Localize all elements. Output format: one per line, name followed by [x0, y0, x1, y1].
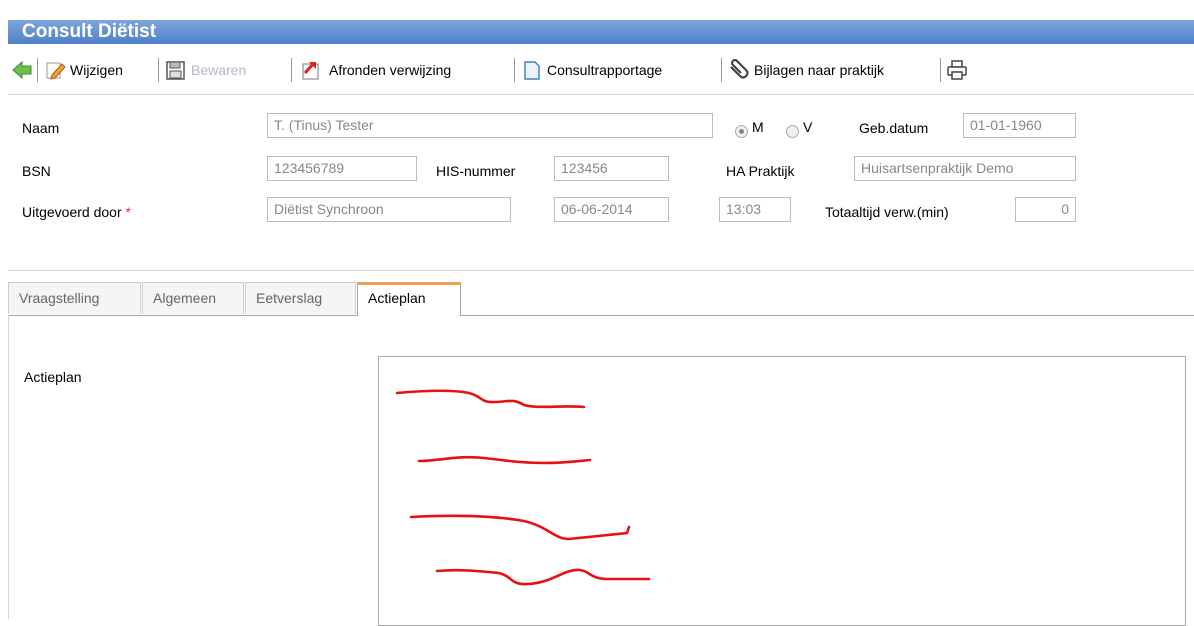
name-label: Naam: [22, 120, 60, 136]
tab-eetverslag[interactable]: Eetverslag: [245, 282, 356, 314]
toolbar-separator: [721, 58, 722, 82]
finish-referral-label: Afronden verwijzing: [329, 62, 452, 78]
export-document-icon: [302, 61, 319, 80]
print-button[interactable]: [946, 58, 968, 82]
paperclip-icon: [730, 59, 749, 79]
window-title: Consult Diëtist: [22, 21, 157, 42]
tab-bar: Vraagstelling Algemeen Eetverslag Actiep…: [8, 270, 1194, 316]
name-field[interactable]: T. (Tinus) Tester: [267, 113, 713, 138]
his-number-label: HIS-nummer: [436, 163, 516, 179]
time-field[interactable]: 13:03: [719, 197, 791, 222]
tab-algemeen[interactable]: Algemeen: [142, 282, 244, 314]
consult-report-label: Consultrapportage: [547, 62, 663, 78]
gender-v-label: V: [803, 119, 813, 135]
toolbar-separator: [158, 58, 159, 82]
tab-vraagstelling[interactable]: Vraagstelling: [8, 282, 141, 314]
pencil-icon: [46, 62, 66, 80]
dob-field[interactable]: 01-01-1960: [963, 113, 1076, 138]
window-title-bar: Consult Diëtist: [8, 20, 1194, 44]
handwriting-scribble: [395, 389, 651, 586]
actieplan-panel: Actieplan: [8, 315, 1194, 626]
save-button[interactable]: Bewaren: [165, 58, 246, 82]
performed-by-label: Uitgevoerd door *: [22, 204, 131, 220]
edit-button[interactable]: Wijzigen: [44, 58, 123, 82]
back-button[interactable]: [11, 58, 33, 82]
date-field[interactable]: 06-06-2014: [554, 197, 669, 222]
toolbar-separator: [514, 58, 515, 82]
toolbar-separator: [940, 58, 941, 82]
edit-label: Wijzigen: [70, 62, 123, 78]
total-time-label: Totaaltijd verw.(min): [825, 204, 949, 220]
floppy-disk-icon: [166, 61, 185, 80]
toolbar: Wijzigen Bewaren Afronden verwijzing Con…: [8, 46, 1194, 95]
bsn-field[interactable]: 123456789: [267, 156, 417, 181]
gender-m-radio[interactable]: [735, 125, 748, 138]
required-marker: *: [125, 204, 131, 220]
patient-form: Naam T. (Tinus) Tester M V Geb.datum 01-…: [8, 95, 1194, 270]
actieplan-textarea[interactable]: [378, 356, 1186, 626]
performed-by-field[interactable]: Diëtist Synchroon: [267, 197, 511, 222]
finish-referral-button[interactable]: Afronden verwijzing: [299, 58, 451, 82]
bsn-label: BSN: [22, 163, 51, 179]
consult-report-button[interactable]: Consultrapportage: [521, 58, 662, 82]
tab-actieplan[interactable]: Actieplan: [357, 282, 461, 316]
his-number-field[interactable]: 123456: [554, 156, 669, 181]
performed-by-text: Uitgevoerd door: [22, 204, 122, 220]
toolbar-separator: [291, 58, 292, 82]
save-label: Bewaren: [191, 62, 247, 78]
attachments-label: Bijlagen naar praktijk: [754, 62, 884, 78]
attachments-button[interactable]: Bijlagen naar praktijk: [726, 58, 884, 82]
back-arrow-icon: [12, 60, 32, 80]
ha-practice-field[interactable]: Huisartsenpraktijk Demo: [854, 156, 1076, 181]
gender-v-radio[interactable]: [786, 125, 799, 138]
toolbar-separator: [37, 58, 38, 82]
document-icon: [524, 61, 540, 80]
gender-m-label: M: [752, 119, 764, 135]
total-time-field[interactable]: 0: [1015, 197, 1076, 222]
ha-practice-label: HA Praktijk: [726, 163, 795, 179]
actieplan-label: Actieplan: [24, 369, 82, 385]
printer-icon: [947, 60, 967, 80]
dob-label: Geb.datum: [859, 120, 929, 136]
